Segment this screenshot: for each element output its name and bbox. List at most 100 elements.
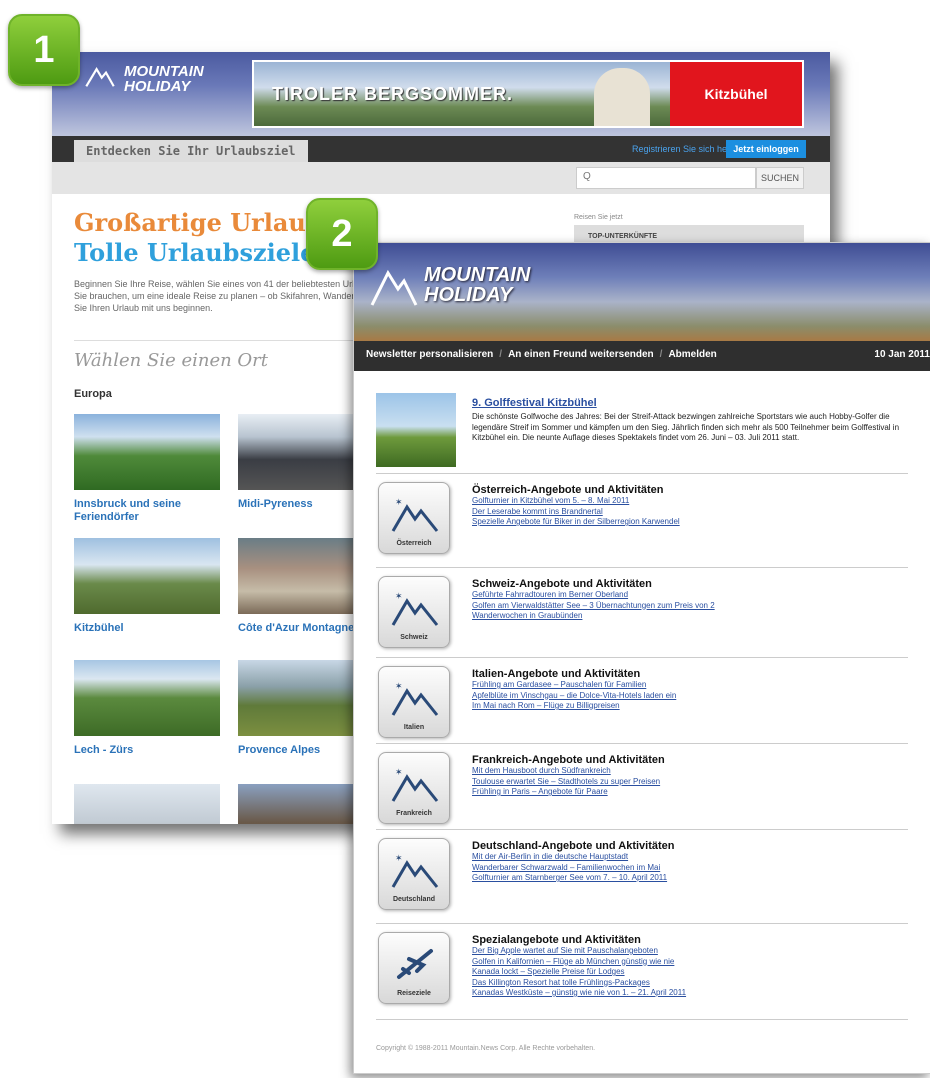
destination-card[interactable]: Kitzbühel — [74, 538, 222, 635]
mountain-icon: ✶ — [391, 591, 439, 626]
offer-link[interactable]: Apfelblüte im Vinschgau – die Dolce-Vita… — [472, 691, 676, 700]
page-heading-1: Großartige Urlaub — [74, 208, 323, 237]
logo-line1: MOUNTAIN — [424, 264, 531, 286]
newsletter-date: 10 Jan 2011 — [874, 349, 930, 360]
offer-link[interactable]: Golfen am Vierwaldstätter See – 3 Überna… — [472, 601, 715, 610]
section-title: Frankreich-Angebote und Aktivitäten — [472, 754, 665, 766]
mountain-icon: ✶ — [391, 497, 439, 532]
feature-article: 9. Golffestival Kitzbühel Die schönste G… — [376, 393, 908, 467]
menu-forward[interactable]: An einen Freund weitersenden — [508, 349, 654, 360]
newsletter-menu: Newsletter personalisieren / An einen Freu… — [354, 341, 930, 371]
mountain-icon: ✶ — [391, 767, 439, 802]
register-link[interactable]: Registrieren Sie sich heute — [632, 144, 740, 154]
mountain-icon: ✶ — [391, 681, 439, 716]
golfer-image[interactable] — [376, 393, 456, 467]
search-bar: Q SUCHEN — [52, 162, 830, 194]
section-title: Schweiz-Angebote und Aktivitäten — [472, 578, 652, 590]
destination-image — [74, 660, 220, 736]
switzerland-icon[interactable]: ✶ Schweiz — [378, 576, 450, 648]
offer-link[interactable]: Geführte Fahrradtouren im Berner Oberlan… — [472, 590, 628, 599]
discover-tab-label: Entdecken Sie Ihr Urlaubsziel — [86, 144, 296, 158]
destination-name: Kitzbühel — [74, 622, 124, 634]
newsletter-header: MOUNTAIN HOLIDAY — [354, 243, 930, 341]
section-title: Italien-Angebote und Aktivitäten — [472, 668, 641, 680]
step-badge-2: 2 — [306, 198, 378, 270]
destination-image — [74, 538, 220, 614]
section-title: Spezialangebote und Aktivitäten — [472, 934, 641, 946]
login-button[interactable]: Jetzt einloggen — [726, 140, 806, 158]
france-icon[interactable]: ✶ Frankreich — [378, 752, 450, 824]
site-header: MOUNTAIN HOLIDAY TIROLER BERGSOMMER. Kit… — [52, 52, 830, 136]
feature-text: Die schönste Golfwoche des Jahres: Bei d… — [472, 412, 900, 442]
logo-line2: HOLIDAY — [424, 284, 513, 306]
svg-text:✶: ✶ — [395, 681, 403, 691]
section-germany: ✶ Deutschland Deutschland-Angebote und A… — [376, 829, 908, 921]
svg-text:✶: ✶ — [395, 767, 403, 777]
offer-link[interactable]: Golfturnier in Kitzbühel vom 5. – 8. Mai… — [472, 496, 629, 505]
destination-name: Innsbruck und seine Feriendörfer — [74, 498, 181, 523]
offer-link[interactable]: Der Leserabe kommt ins Brandnertal — [472, 507, 603, 516]
mountain-icon: ✶ — [391, 853, 439, 888]
section-switzerland: ✶ Schweiz Schweiz-Angebote und Aktivität… — [376, 567, 908, 655]
svg-text:✶: ✶ — [395, 853, 403, 863]
offer-link[interactable]: Das Killington Resort hat tolle Frühling… — [472, 978, 650, 987]
discover-tab[interactable]: Entdecken Sie Ihr Urlaubsziel ▾ — [74, 140, 308, 172]
banner-tower-image — [594, 68, 650, 126]
section-france: ✶ Frankreich Frankreich-Angebote und Akt… — [376, 743, 908, 829]
offer-link[interactable]: Mit dem Hausboot durch Südfrankreich — [472, 766, 611, 775]
newsletter-logo[interactable]: MOUNTAIN HOLIDAY — [370, 265, 530, 307]
offer-link[interactable]: Golfturnier am Starnberger See vom 7. – … — [472, 873, 667, 882]
destination-card[interactable] — [74, 784, 222, 824]
offer-link[interactable]: Wanderbarer Schwarzwald – Familienwochen… — [472, 863, 660, 872]
search-input[interactable]: Q — [576, 167, 756, 189]
mountain-logo-icon — [85, 67, 115, 87]
offer-link[interactable]: Toulouse erwartet Sie – Stadthotels zu s… — [472, 777, 660, 786]
search-button[interactable]: SUCHEN — [756, 167, 804, 189]
travel-destinations-icon[interactable]: Reiseziele — [378, 932, 450, 1004]
site-logo[interactable]: MOUNTAIN HOLIDAY — [82, 64, 204, 94]
destination-card[interactable]: Innsbruck und seine Feriendörfer — [74, 414, 222, 524]
page-heading-2: Tolle Urlaubsziele, — [74, 238, 324, 267]
offer-link[interactable]: Frühling in Paris – Angebote für Paare — [472, 787, 608, 796]
section-title: Österreich-Angebote und Aktivitäten — [472, 484, 664, 496]
destination-image — [74, 784, 220, 824]
offer-link[interactable]: Kanada lockt – Spezielle Preise für Lodg… — [472, 967, 625, 976]
sidebar-title: Reisen Sie jetzt — [574, 214, 623, 221]
mountain-logo-icon — [370, 269, 418, 306]
region-heading: Europa — [74, 388, 112, 400]
step-badge-1: 1 — [8, 14, 80, 86]
feature-title-link[interactable]: 9. Golffestival Kitzbühel — [472, 397, 597, 409]
section-italy: ✶ Italien Italien-Angebote und Aktivität… — [376, 657, 908, 743]
section-title: Deutschland-Angebote und Aktivitäten — [472, 840, 675, 852]
menu-personalize[interactable]: Newsletter personalisieren — [366, 349, 493, 360]
offer-link[interactable]: Frühling am Gardasee – Pauschalen für Fa… — [472, 680, 646, 689]
footer-divider — [376, 1019, 908, 1020]
site-nav: Entdecken Sie Ihr Urlaubsziel ▾ Registri… — [52, 136, 830, 172]
offer-link[interactable]: Der Big Apple wartet auf Sie mit Pauscha… — [472, 946, 658, 955]
section-special: Reiseziele Spezialangebote und Aktivität… — [376, 923, 908, 1023]
destination-image — [74, 414, 220, 490]
offer-link[interactable]: Spezielle Angebote für Biker in der Silb… — [472, 517, 680, 526]
italy-icon[interactable]: ✶ Italien — [378, 666, 450, 738]
banner-brand: Kitzbühel — [670, 62, 802, 126]
menu-unsubscribe[interactable]: Abmelden — [668, 349, 716, 360]
svg-text:✶: ✶ — [395, 497, 403, 507]
offer-link[interactable]: Kanadas Westküste – günstig wie nie von … — [472, 988, 686, 997]
germany-icon[interactable]: ✶ Deutschland — [378, 838, 450, 910]
ad-banner[interactable]: TIROLER BERGSOMMER. Kitzbühel — [252, 60, 804, 128]
svg-text:✶: ✶ — [395, 591, 403, 601]
airplane-icon — [397, 949, 433, 979]
offer-link[interactable]: Golfen in Kalifornien – Flüge ab München… — [472, 957, 674, 966]
section-austria: ✶ Österreich Österreich-Angebote und Akt… — [376, 473, 908, 561]
offer-link[interactable]: Wanderwochen in Graubünden — [472, 611, 582, 620]
offer-link[interactable]: Mit der Air-Berlin in die deutsche Haupt… — [472, 852, 628, 861]
destination-name: Lech - Zürs — [74, 744, 134, 756]
offer-link[interactable]: Im Mai nach Rom – Flüge zu Billigpreisen — [472, 701, 620, 710]
choose-place-heading: Wählen Sie einen Ort — [74, 350, 269, 371]
banner-text: TIROLER BERGSOMMER. — [272, 84, 514, 104]
austria-icon[interactable]: ✶ Österreich — [378, 482, 450, 554]
logo-line2: HOLIDAY — [124, 78, 191, 95]
copyright: Copyright © 1988-2011 Mountain.News Corp… — [376, 1045, 596, 1052]
newsletter-screenshot: MOUNTAIN HOLIDAY Newsletter personalisie… — [353, 242, 930, 1074]
destination-card[interactable]: Lech - Zürs — [74, 660, 222, 757]
